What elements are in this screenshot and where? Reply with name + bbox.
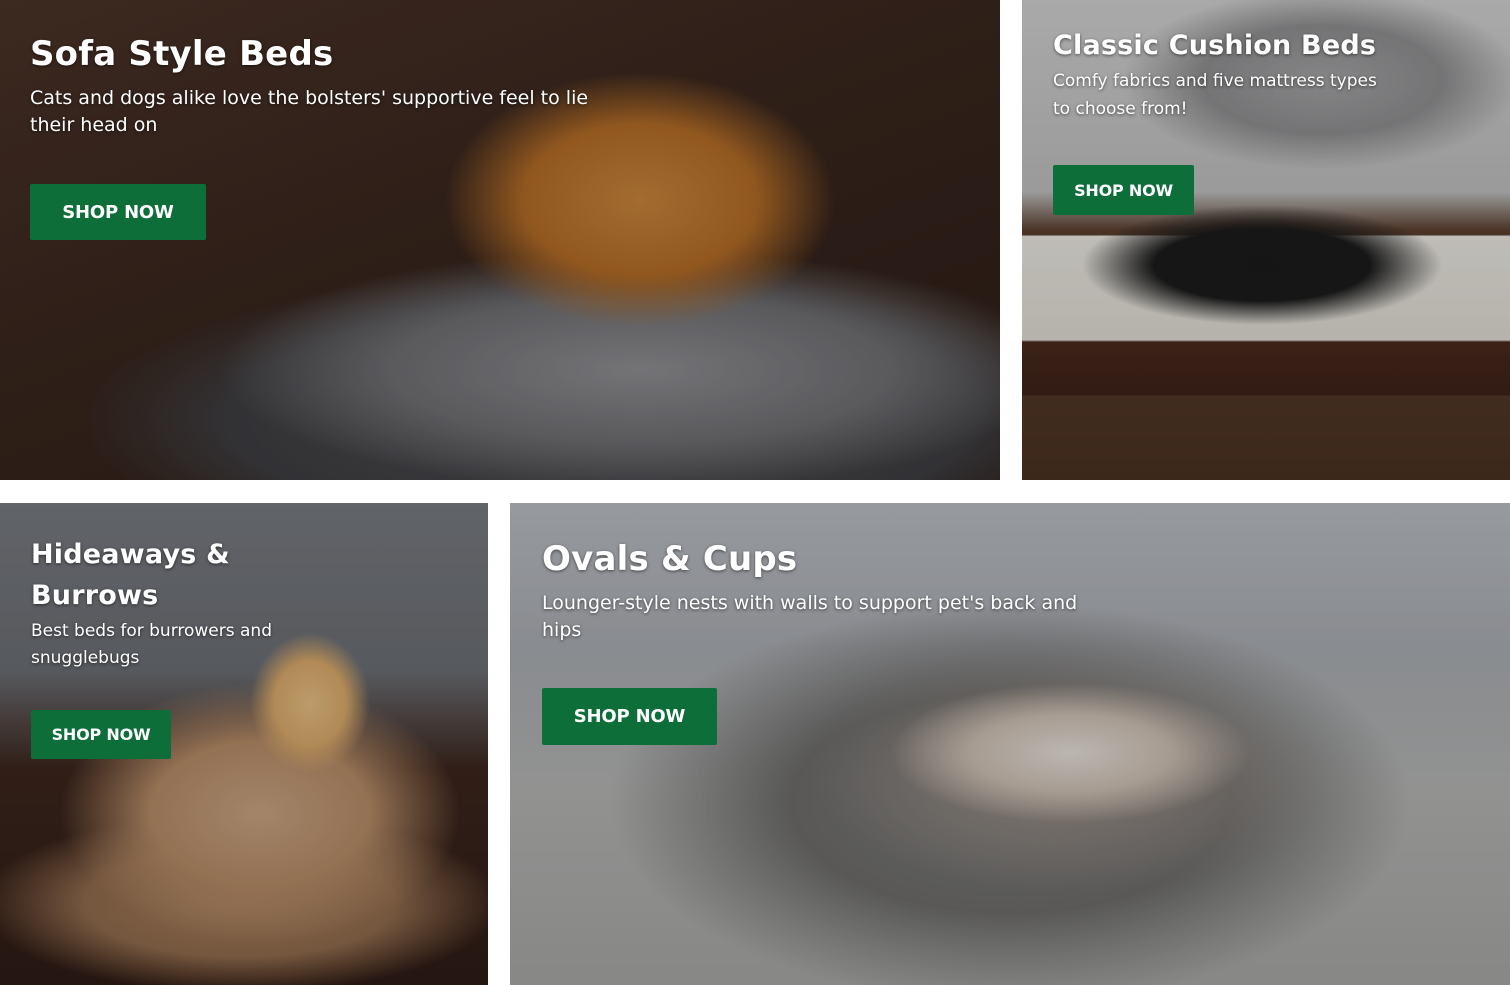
tile-title: Ovals & Cups xyxy=(542,539,798,579)
tile-text: Ovals & Cups Lounger-style nests with wa… xyxy=(542,539,1122,645)
tile-text: Hideaways & Burrows Best beds for burrow… xyxy=(31,535,331,672)
tile-title: Hideaways & Burrows xyxy=(31,539,230,611)
shop-now-button[interactable]: SHOP NOW xyxy=(542,688,717,745)
tile-classic-cushion-beds[interactable]: Classic Cushion Beds Comfy fabrics and f… xyxy=(1022,0,1510,480)
tile-sofa-style-beds[interactable]: Sofa Style Beds Cats and dogs alike love… xyxy=(0,0,1000,480)
shop-now-button[interactable]: SHOP NOW xyxy=(31,710,171,759)
tile-description: Cats and dogs alike love the bolsters' s… xyxy=(30,86,589,137)
tile-text: Sofa Style Beds Cats and dogs alike love… xyxy=(30,34,610,140)
shop-now-button[interactable]: SHOP NOW xyxy=(30,184,206,240)
tile-hideaways-burrows[interactable]: Hideaways & Burrows Best beds for burrow… xyxy=(0,503,488,985)
category-grid: Sofa Style Beds Cats and dogs alike love… xyxy=(0,0,1510,985)
tile-title: Sofa Style Beds xyxy=(30,34,334,74)
shop-now-button[interactable]: SHOP NOW xyxy=(1053,165,1194,215)
tile-description: Best beds for burrowers and snugglebugs xyxy=(31,621,272,669)
tile-description: Comfy fabrics and five mattress types to… xyxy=(1053,71,1377,119)
tile-text: Classic Cushion Beds Comfy fabrics and f… xyxy=(1053,30,1383,123)
tile-title: Classic Cushion Beds xyxy=(1053,30,1377,61)
tile-description: Lounger-style nests with walls to suppor… xyxy=(542,591,1078,642)
tile-ovals-cups[interactable]: Ovals & Cups Lounger-style nests with wa… xyxy=(510,503,1510,985)
